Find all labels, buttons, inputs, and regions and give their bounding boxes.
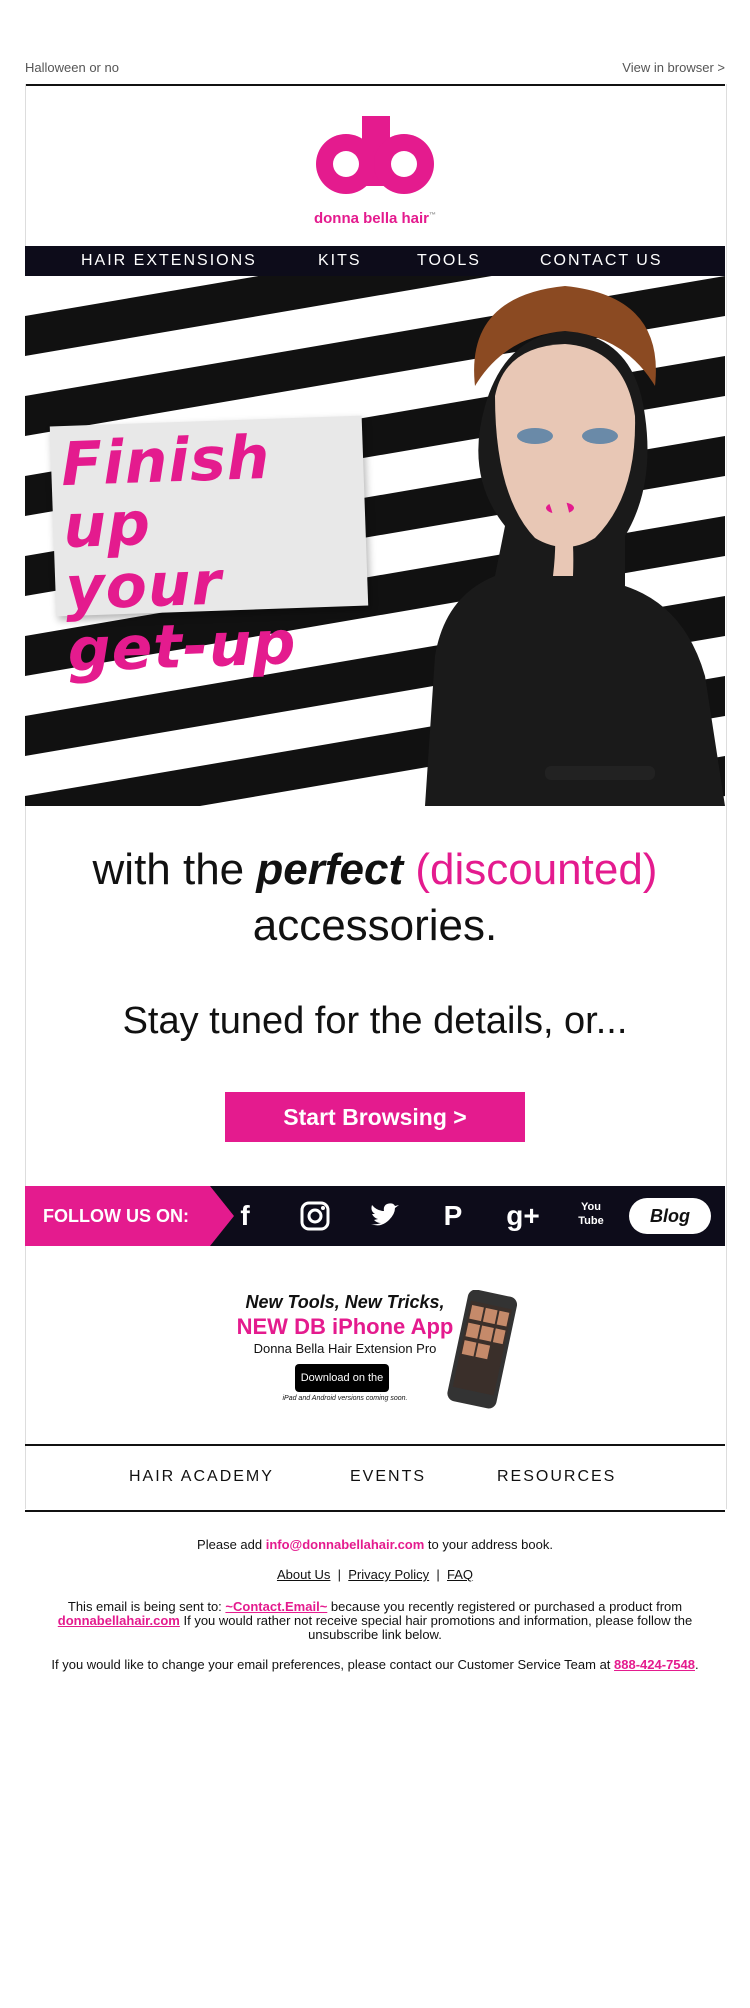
subhead: Stay tuned for the details, or... [122, 1000, 628, 1042]
app-note: iPad and Android versions coming soon. [282, 1395, 408, 1402]
hero-banner[interactable]: Finish up your get-up [25, 276, 725, 806]
tagline-line-3: get-up [66, 608, 298, 686]
address-book-note: Please add info@donnabellahair.com to yo… [50, 1538, 700, 1552]
google-plus-icon[interactable]: g+ [500, 1198, 546, 1234]
nav-contact-us[interactable]: CONTACT US [540, 252, 663, 270]
pinterest-icon[interactable]: P [435, 1198, 471, 1234]
app-line-2: NEW DB iPhone App [236, 1314, 454, 1339]
phone-link[interactable]: 888-424-7548 [614, 1657, 695, 1672]
logo[interactable]: donna bella hair™ [0, 112, 750, 227]
preferences-notice: If you would like to change your email p… [50, 1658, 700, 1672]
facebook-icon[interactable]: f [227, 1198, 263, 1234]
headline-line2: accessories. [252, 901, 498, 950]
youtube-icon[interactable]: You Tube [573, 1200, 609, 1236]
brand-name: donna bella hair [313, 210, 430, 227]
twitter-icon[interactable] [367, 1198, 403, 1234]
phone-image [447, 1290, 517, 1409]
view-in-browser-link[interactable]: View in browser > [622, 60, 725, 75]
headline-part1: with the [92, 845, 257, 894]
privacy-policy-link[interactable]: Privacy Policy [348, 1567, 429, 1582]
site-link[interactable]: donnabellahair.com [58, 1613, 180, 1628]
db-logo-icon [316, 116, 434, 194]
app-line-1: New Tools, New Tricks, [245, 1292, 445, 1312]
nav-hair-extensions[interactable]: HAIR EXTENSIONS [81, 252, 257, 270]
top-nav: HAIR EXTENSIONS KITS TOOLS CONTACT US [25, 246, 725, 276]
sent-notice: This email is being sent to: ~Contact.Em… [50, 1600, 700, 1642]
footer-links: About Us | Privacy Policy | FAQ [276, 1567, 474, 1582]
nav-hair-academy[interactable]: HAIR ACADEMY [129, 1468, 274, 1486]
sent-text-2: because you recently registered or purch… [327, 1599, 683, 1614]
instagram-icon[interactable] [297, 1198, 333, 1234]
follow-label: FOLLOW US ON: [25, 1186, 210, 1246]
pref-text: If you would like to change your email p… [51, 1657, 615, 1672]
preheader: Halloween or no View in browser > [25, 60, 725, 86]
headline-emph: perfect [256, 845, 404, 894]
app-store-badge[interactable]: Download on the App Store [295, 1364, 389, 1412]
app-promo: New Tools, New Tricks, NEW DB iPhone App… [0, 1286, 750, 1416]
nav-tools[interactable]: TOOLS [417, 252, 481, 270]
headline: with the perfect (discounted) accessorie… [0, 842, 750, 954]
headline-part2: (discounted) [403, 845, 658, 894]
preheader-text: Halloween or no [25, 60, 119, 75]
tagline-line-1: Finish up [59, 422, 272, 563]
contact-email-link[interactable]: ~Contact.Email~ [225, 1599, 327, 1614]
about-us-link[interactable]: About Us [277, 1567, 330, 1582]
faq-link[interactable]: FAQ [447, 1567, 473, 1582]
bottom-nav: HAIR ACADEMY EVENTS RESOURCES [25, 1444, 725, 1512]
footer: Please add info@donnabellahair.com to yo… [50, 1538, 700, 1688]
social-bar: FOLLOW US ON: f P g+ You Tube Blog [25, 1186, 725, 1246]
sent-text-1: This email is being sent to: [67, 1599, 226, 1614]
sent-text-3: If you would rather not receive special … [179, 1613, 693, 1642]
nav-events[interactable]: EVENTS [350, 1468, 426, 1486]
nav-kits[interactable]: KITS [318, 252, 362, 270]
info-email-link[interactable]: info@donnabellahair.com [266, 1537, 425, 1552]
blog-button[interactable]: Blog [629, 1198, 711, 1234]
start-browsing-button[interactable]: Start Browsing > [225, 1092, 525, 1142]
app-line-3: Donna Bella Hair Extension Pro [253, 1341, 437, 1356]
brand-tm: ™ [429, 212, 437, 219]
add-text-2: to your address book. [424, 1537, 553, 1552]
add-text-1: Please add [197, 1537, 266, 1552]
pref-period: . [695, 1657, 699, 1672]
nav-resources[interactable]: RESOURCES [497, 1468, 616, 1486]
hero-tagline-card: Finish up your get-up [49, 415, 369, 686]
